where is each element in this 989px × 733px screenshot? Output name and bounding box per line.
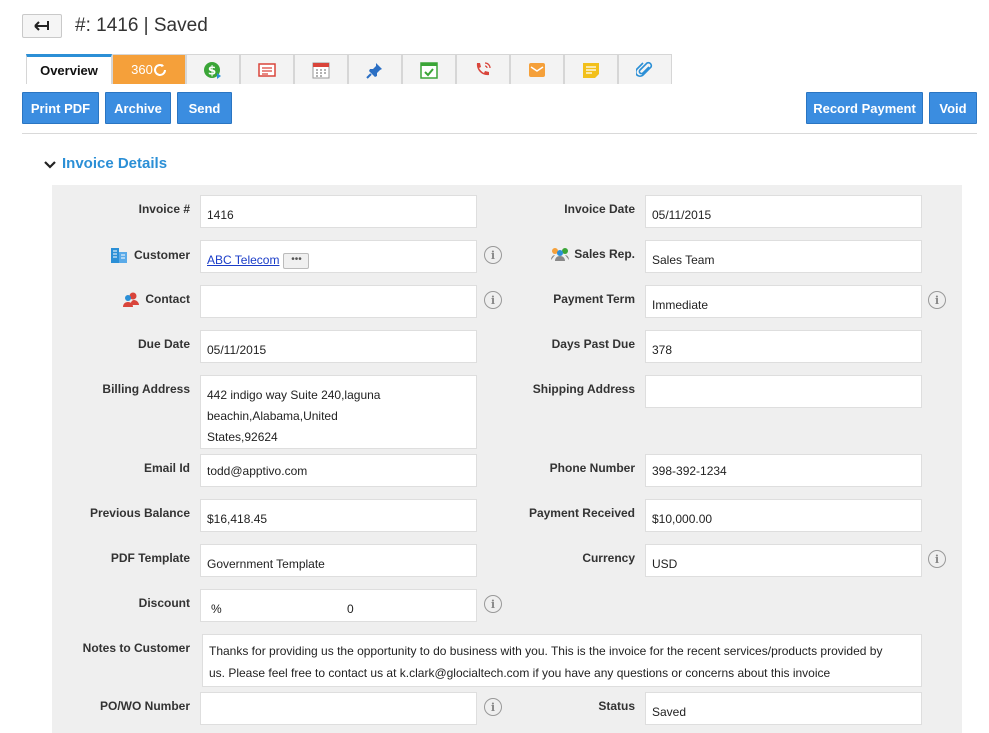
svg-text:$: $ bbox=[208, 63, 216, 77]
contacts-icon bbox=[123, 292, 140, 307]
currency-info-icon[interactable]: i bbox=[928, 550, 946, 568]
invoice-icon bbox=[258, 62, 276, 77]
team-icon bbox=[551, 248, 570, 261]
call-icon bbox=[476, 61, 491, 75]
previous-balance-label: Previous Balance bbox=[89, 506, 190, 520]
divider bbox=[22, 133, 977, 134]
phone-number-label: Phone Number bbox=[549, 461, 635, 475]
sales-rep-label-group: Sales Rep. bbox=[485, 247, 635, 261]
tab-email[interactable] bbox=[510, 54, 564, 84]
notes-to-customer-label: Notes to Customer bbox=[82, 641, 190, 655]
dollar-icon: $ bbox=[204, 61, 221, 79]
back-button[interactable] bbox=[22, 14, 62, 38]
building-icon bbox=[110, 248, 127, 263]
invoice-date-field[interactable]: 05/11/2015 bbox=[645, 195, 922, 228]
payment-term-info-icon[interactable]: i bbox=[928, 291, 946, 309]
record-payment-button[interactable]: Record Payment bbox=[806, 92, 923, 124]
invoice-number-field[interactable]: 1416 bbox=[200, 195, 477, 228]
discount-value: 0 bbox=[347, 602, 354, 616]
tab-pin[interactable] bbox=[348, 54, 402, 84]
email-id-field[interactable]: todd@apptivo.com bbox=[200, 454, 477, 487]
tab-bar: Overview 360 $ bbox=[26, 54, 672, 84]
customer-more-button[interactable]: ••• bbox=[283, 252, 310, 269]
days-past-due-field[interactable]: 378 bbox=[645, 330, 922, 363]
pdf-template-label: PDF Template bbox=[110, 551, 190, 565]
shipping-address-field[interactable] bbox=[645, 375, 922, 408]
tab-calls[interactable] bbox=[456, 54, 510, 84]
shipping-address-label: Shipping Address bbox=[532, 382, 635, 396]
calendar-icon bbox=[312, 62, 330, 78]
print-pdf-button[interactable]: Print PDF bbox=[22, 92, 99, 124]
sales-rep-label: Sales Rep. bbox=[574, 247, 635, 261]
due-date-label: Due Date bbox=[137, 337, 190, 351]
back-arrow-icon bbox=[34, 21, 49, 31]
days-past-due-label: Days Past Due bbox=[551, 337, 635, 351]
archive-button[interactable]: Archive bbox=[105, 92, 171, 124]
customer-label-group: Customer bbox=[40, 247, 190, 263]
chevron-down-icon bbox=[44, 160, 56, 169]
tab-overview-label: Overview bbox=[40, 63, 98, 78]
discount-info-icon[interactable]: i bbox=[484, 595, 502, 613]
invoice-details-panel: Invoice # 1416 Invoice Date 05/11/2015 C… bbox=[52, 185, 962, 733]
notes-line: us. Please feel free to contact us at k.… bbox=[209, 666, 831, 680]
contact-label-group: Contact bbox=[40, 291, 190, 307]
currency-field[interactable]: USD bbox=[645, 544, 922, 577]
pdf-template-field[interactable]: Government Template bbox=[200, 544, 477, 577]
page-title: #: 1416 | Saved bbox=[75, 15, 208, 36]
invoice-number-label: Invoice # bbox=[138, 202, 190, 216]
billing-address-line: beachin,Alabama,United bbox=[207, 409, 338, 423]
customer-field: ABC Telecom ••• bbox=[200, 240, 477, 273]
action-bar: Print PDF Archive Send Record Payment Vo… bbox=[22, 92, 977, 124]
tab-tasks[interactable] bbox=[402, 54, 456, 84]
invoice-details-toggle[interactable]: Invoice Details bbox=[44, 155, 167, 172]
discount-field[interactable]: % 0 bbox=[200, 589, 477, 622]
contact-field[interactable] bbox=[200, 285, 477, 318]
status-field[interactable]: Saved bbox=[645, 692, 922, 725]
void-button[interactable]: Void bbox=[929, 92, 977, 124]
billing-address-label: Billing Address bbox=[102, 382, 190, 396]
payment-term-label: Payment Term bbox=[553, 292, 635, 306]
customer-label: Customer bbox=[133, 248, 190, 262]
payment-received-label: Payment Received bbox=[528, 506, 635, 520]
phone-number-field[interactable]: 398-392-1234 bbox=[645, 454, 922, 487]
tab-360[interactable]: 360 bbox=[112, 54, 186, 84]
pin-icon bbox=[366, 62, 382, 79]
customer-link[interactable]: ABC Telecom bbox=[207, 253, 279, 267]
refresh-icon bbox=[153, 63, 166, 76]
email-icon bbox=[529, 62, 545, 77]
billing-address-line: 442 indigo way Suite 240,laguna bbox=[207, 388, 381, 402]
payment-received-field[interactable]: $10,000.00 bbox=[645, 499, 922, 532]
currency-label: Currency bbox=[582, 551, 635, 565]
po-wo-number-label: PO/WO Number bbox=[99, 699, 190, 713]
section-title: Invoice Details bbox=[62, 155, 168, 172]
billing-address-field[interactable]: 442 indigo way Suite 240,laguna beachin,… bbox=[200, 375, 477, 449]
invoice-date-label: Invoice Date bbox=[564, 202, 635, 216]
due-date-field[interactable]: 05/11/2015 bbox=[200, 330, 477, 363]
payment-term-field[interactable]: Immediate bbox=[645, 285, 922, 318]
notes-to-customer-field[interactable]: Thanks for providing us the opportunity … bbox=[202, 634, 922, 687]
note-icon bbox=[583, 62, 599, 78]
sales-rep-field[interactable]: Sales Team bbox=[645, 240, 922, 273]
tab-invoices[interactable] bbox=[240, 54, 294, 84]
tab-notes[interactable] bbox=[564, 54, 618, 84]
previous-balance-field[interactable]: $16,418.45 bbox=[200, 499, 477, 532]
tab-360-label: 360 bbox=[131, 62, 153, 77]
status-label: Status bbox=[598, 699, 635, 713]
email-id-label: Email Id bbox=[143, 461, 190, 475]
contact-label: Contact bbox=[145, 292, 190, 306]
billing-address-line: States,92624 bbox=[207, 430, 278, 444]
tab-calendar[interactable] bbox=[294, 54, 348, 84]
attachment-icon bbox=[636, 61, 653, 77]
notes-line: Thanks for providing us the opportunity … bbox=[209, 644, 883, 658]
discount-unit: % bbox=[211, 602, 222, 616]
tab-payments[interactable]: $ bbox=[186, 54, 240, 84]
task-icon bbox=[420, 61, 438, 79]
tab-overview[interactable]: Overview bbox=[26, 54, 112, 84]
tab-attachments[interactable] bbox=[618, 54, 672, 84]
po-wo-number-field[interactable] bbox=[200, 692, 477, 725]
send-button[interactable]: Send bbox=[177, 92, 232, 124]
discount-label: Discount bbox=[138, 596, 190, 610]
